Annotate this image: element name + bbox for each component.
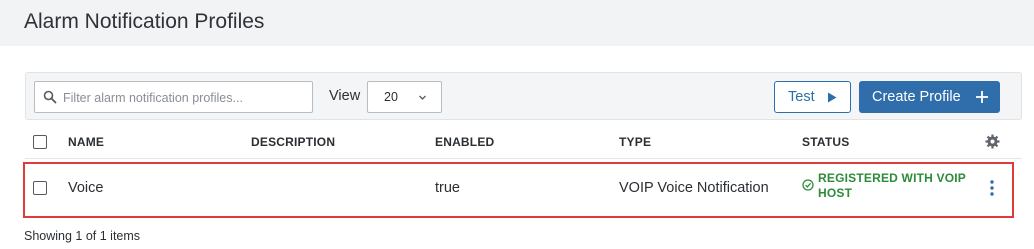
column-header-status[interactable]: STATUS <box>802 135 849 149</box>
page-size-value: 20 <box>384 90 398 104</box>
page-header: Alarm Notification Profiles <box>0 0 1034 46</box>
status-text: REGISTERED WITH VOIP HOST <box>818 171 966 200</box>
test-button-label: Test <box>788 89 815 105</box>
select-all-checkbox[interactable] <box>33 135 47 149</box>
table-row[interactable]: Voice true VOIP Voice Notification REGIS… <box>25 163 1012 217</box>
search-input[interactable] <box>61 82 310 114</box>
column-header-name[interactable]: NAME <box>68 135 104 149</box>
kebab-menu-icon[interactable] <box>989 179 995 197</box>
chevron-down-icon <box>419 95 426 100</box>
toolbar: View 20 Test Create Profile <box>25 72 1022 120</box>
view-label: View <box>329 88 361 104</box>
profiles-panel: View 20 Test Create Profile NAME DESCRIP… <box>0 46 1034 249</box>
row-checkbox[interactable] <box>33 181 47 195</box>
search-box[interactable] <box>34 81 313 114</box>
create-profile-label: Create Profile <box>872 89 961 105</box>
gear-icon[interactable] <box>985 134 1000 149</box>
check-circle-icon <box>802 179 814 191</box>
create-profile-button[interactable]: Create Profile <box>859 81 1000 113</box>
play-icon <box>828 92 837 103</box>
column-header-description[interactable]: DESCRIPTION <box>251 135 335 149</box>
pagination-summary: Showing 1 of 1 items <box>24 229 141 243</box>
cell-type: VOIP Voice Notification <box>619 180 769 196</box>
cell-enabled: true <box>435 180 460 196</box>
table-header: NAME DESCRIPTION ENABLED TYPE STATUS <box>25 126 1022 159</box>
cell-name[interactable]: Voice <box>68 180 103 196</box>
page-title: Alarm Notification Profiles <box>24 10 265 33</box>
column-header-type[interactable]: TYPE <box>619 135 651 149</box>
test-button[interactable]: Test <box>774 81 851 113</box>
plus-icon <box>976 91 988 103</box>
page-size-select[interactable]: 20 <box>367 81 442 113</box>
column-header-enabled[interactable]: ENABLED <box>435 135 494 149</box>
search-icon <box>43 90 57 104</box>
